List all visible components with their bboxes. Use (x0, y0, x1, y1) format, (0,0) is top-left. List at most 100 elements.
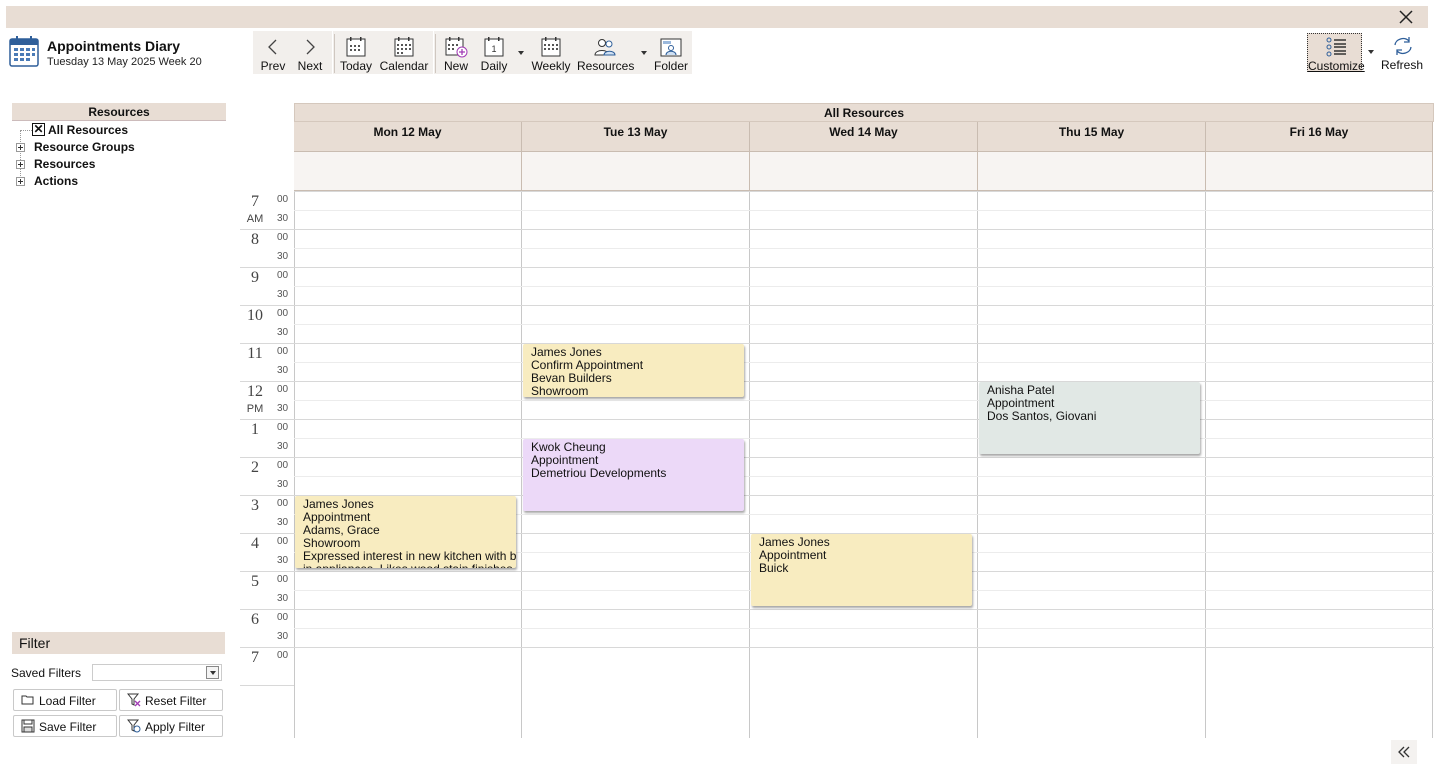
minute-label: 00 (277, 460, 289, 471)
calendar-app-icon (9, 36, 39, 67)
weekly-button[interactable]: Weekly (531, 32, 571, 75)
next-label: Next (297, 59, 323, 73)
all-resources-checkbox[interactable]: ✕ (32, 123, 45, 136)
today-button[interactable]: Today (338, 32, 374, 75)
save-disk-icon (21, 719, 35, 733)
folder-button[interactable]: Folder (653, 32, 689, 75)
hour-label: 1 (251, 421, 259, 438)
gutter-line (240, 229, 294, 230)
hour-label: 4 (251, 535, 259, 552)
all-day-cell[interactable] (978, 152, 1206, 191)
day-column[interactable] (978, 191, 1206, 738)
customize-label: Customize (1308, 59, 1365, 73)
expand-icon[interactable] (16, 177, 25, 186)
time-gridline (294, 400, 1434, 401)
all-day-cell[interactable] (522, 152, 750, 191)
apply-filter-button[interactable]: Apply Filter (119, 715, 223, 737)
close-icon[interactable] (1398, 9, 1414, 25)
reset-filter-button[interactable]: Reset Filter (119, 689, 223, 711)
tree-item-all-resources[interactable]: All Resources (48, 123, 128, 137)
tree-item-resources[interactable]: Resources (34, 157, 95, 171)
minute-label: 30 (277, 517, 289, 528)
appointment-detail: Buick (759, 561, 789, 575)
daily-view-icon: 1 (484, 37, 504, 57)
day-header[interactable]: Thu 15 May (978, 122, 1206, 152)
folder-label: Folder (653, 59, 688, 73)
toolbar-separator (435, 34, 436, 73)
time-gridline (294, 248, 1434, 249)
minute-label: 30 (277, 289, 289, 300)
daily-button[interactable]: 1 Daily (477, 32, 511, 75)
filter-panel-header: Filter (12, 632, 225, 654)
time-gridline (294, 438, 1434, 439)
load-filter-button[interactable]: Load Filter (13, 689, 117, 711)
minute-label: 30 (277, 403, 289, 414)
customize-button[interactable]: Customize (1307, 33, 1365, 73)
weekly-label: Weekly (531, 59, 571, 73)
appointment-card[interactable]: James Jones Confirm Appointment Bevan Buil… (523, 344, 744, 397)
title-bar (6, 6, 1428, 28)
appointment-card[interactable]: Anisha Patel Appointment Dos Santos, Giova… (979, 382, 1200, 454)
am-label: AM (246, 213, 264, 225)
time-gridline (294, 343, 1434, 344)
double-chevron-left-icon (1398, 746, 1410, 758)
pm-label: PM (246, 403, 264, 415)
prev-button[interactable]: Prev (256, 32, 290, 75)
minute-label: 30 (277, 593, 289, 604)
refresh-icon (1394, 37, 1412, 55)
day-header[interactable]: Mon 12 May (294, 122, 522, 152)
save-filter-button[interactable]: Save Filter (13, 715, 117, 737)
tree-item-actions[interactable]: Actions (34, 174, 78, 188)
expand-icon[interactable] (16, 160, 25, 169)
appointment-card[interactable]: Kwok Cheung Appointment Demetriou Developm… (523, 439, 744, 511)
day-header[interactable]: Tue 13 May (522, 122, 750, 152)
calendar-icon (394, 37, 414, 57)
minute-label: 00 (277, 270, 289, 281)
daily-label: Daily (480, 59, 508, 73)
minute-label: 00 (277, 612, 289, 623)
next-button[interactable]: Next (292, 32, 328, 75)
minute-label: 00 (277, 536, 289, 547)
day-column[interactable] (294, 191, 522, 738)
resources-people-icon (594, 39, 616, 56)
time-gridline (294, 628, 1434, 629)
time-gridline (294, 362, 1434, 363)
daily-dropdown-caret[interactable] (518, 51, 524, 55)
hour-label: 7 (251, 649, 259, 666)
appointment-card[interactable]: James Jones Appointment Buick (751, 534, 972, 606)
customize-dropdown-caret[interactable] (1368, 50, 1374, 54)
resources-button[interactable]: Resources (577, 32, 634, 75)
minute-label: 30 (277, 365, 289, 376)
reset-filter-label: Reset Filter (145, 694, 207, 708)
appointment-detail: Demetriou Developments (531, 466, 667, 480)
all-day-cell[interactable] (1206, 152, 1433, 191)
all-day-cell[interactable] (750, 152, 978, 191)
collapse-panel-button[interactable] (1391, 740, 1417, 764)
chevron-down-icon[interactable] (206, 666, 219, 679)
day-column[interactable] (1206, 191, 1433, 738)
day-header[interactable]: Fri 16 May (1206, 122, 1433, 152)
appointment-detail: Dos Santos, Giovani (987, 409, 1097, 423)
resources-dropdown-caret[interactable] (641, 51, 647, 55)
tree-connector (20, 130, 32, 131)
time-gridline (294, 210, 1434, 211)
day-header[interactable]: Wed 14 May (750, 122, 978, 152)
refresh-button[interactable]: Refresh (1376, 33, 1428, 72)
saved-filters-select[interactable] (92, 664, 222, 681)
time-gridline (294, 286, 1434, 287)
filter-clear-icon (127, 693, 141, 707)
minute-label: 00 (277, 650, 289, 661)
minute-label: 30 (277, 213, 289, 224)
app-title: Appointments Diary (47, 38, 181, 54)
hour-label: 7 (251, 193, 259, 210)
hour-label: 8 (251, 231, 259, 248)
calendar-button[interactable]: Calendar (378, 32, 430, 75)
hour-label: 2 (251, 459, 259, 476)
day-column[interactable] (750, 191, 978, 738)
tree-item-resource-groups[interactable]: Resource Groups (34, 140, 135, 154)
expand-icon[interactable] (16, 143, 25, 152)
save-filter-label: Save Filter (39, 720, 97, 734)
all-day-cell[interactable] (294, 152, 522, 191)
appointment-card[interactable]: James Jones Appointment Adams, Grace Showro… (295, 496, 516, 568)
new-button[interactable]: New (439, 32, 473, 75)
